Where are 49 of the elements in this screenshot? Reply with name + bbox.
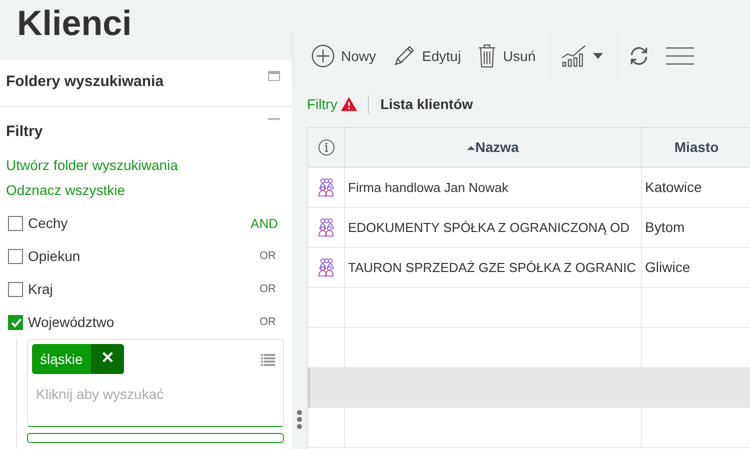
- operator-toggle[interactable]: OR: [260, 314, 276, 331]
- drag-handle-icon[interactable]: [297, 410, 302, 429]
- table-cell-text: Bytom: [645, 218, 685, 237]
- info-icon: [318, 139, 334, 156]
- link[interactable]: Odznacz wszystkie: [6, 180, 126, 201]
- remove-tag-button[interactable]: ✕: [90, 344, 124, 374]
- tag-search-field[interactable]: śląskie ✕ Kliknij aby wyszukać: [27, 339, 284, 427]
- bar-line-chart-icon: [560, 44, 587, 68]
- table-cell-text: TAURON SPRZEDAŻ GZE SPÓŁKA Z OGRANIC: [348, 258, 636, 277]
- operator-toggle[interactable]: OR: [260, 281, 276, 298]
- operator-toggle[interactable]: OR: [260, 248, 276, 265]
- table-row[interactable]: Firma handlowa Jan Nowak Katowice: [308, 168, 750, 208]
- maximize-icon[interactable]: [268, 70, 280, 80]
- column-header[interactable]: Miasto: [674, 137, 719, 158]
- filter-label: Cechy: [28, 214, 69, 233]
- list-icon[interactable]: [261, 354, 275, 366]
- delete-button[interactable]: Usuń: [470, 36, 542, 76]
- table-cell-text: Firma handlowa Jan Nowak: [348, 178, 508, 197]
- operator-toggle[interactable]: AND: [250, 214, 278, 234]
- menu-icon: [666, 46, 694, 66]
- new-button[interactable]: Nowy: [305, 36, 382, 76]
- tab[interactable]: Lista klientów: [380, 94, 473, 114]
- checkbox[interactable]: [8, 315, 23, 330]
- table-cell-text: Katowice: [645, 178, 702, 197]
- section-title: Filtry: [6, 122, 43, 142]
- filter-label: Kraj: [28, 280, 54, 299]
- people-group-icon: [316, 258, 336, 277]
- plus-circle-icon: [311, 44, 335, 68]
- filter-field[interactable]: [27, 433, 284, 443]
- filter-label: Opiekun: [28, 247, 82, 266]
- caret-icon: [592, 53, 603, 59]
- checkbox[interactable]: [8, 282, 23, 297]
- checkbox[interactable]: [8, 249, 23, 264]
- pencil-icon: [392, 44, 416, 68]
- edit-button[interactable]: Edytuj: [386, 36, 467, 76]
- tag: śląskie: [32, 344, 91, 374]
- people-group-icon: [316, 218, 336, 237]
- people-group-icon: [316, 178, 336, 197]
- link[interactable]: Utwórz folder wyszukiwania: [6, 155, 178, 176]
- page-title: Klienci: [17, 6, 132, 42]
- column-header[interactable]: Nazwa: [467, 137, 519, 158]
- table-cell-text: Gliwice: [645, 258, 690, 277]
- section-title: Foldery wyszukiwania: [6, 72, 164, 92]
- table-row[interactable]: TAURON SPRZEDAŻ GZE SPÓŁKA Z OGRANIC Gliwice: [308, 248, 750, 288]
- checkbox[interactable]: [8, 216, 23, 231]
- filter-label: Województwo: [28, 313, 116, 332]
- table-row[interactable]: EDOKUMENTY SPÓŁKA Z OGRANICZONĄ OD Bytom: [308, 208, 750, 248]
- table-cell-text: EDOKUMENTY SPÓŁKA Z OGRANICZONĄ OD: [348, 218, 630, 237]
- trash-icon: [476, 43, 497, 69]
